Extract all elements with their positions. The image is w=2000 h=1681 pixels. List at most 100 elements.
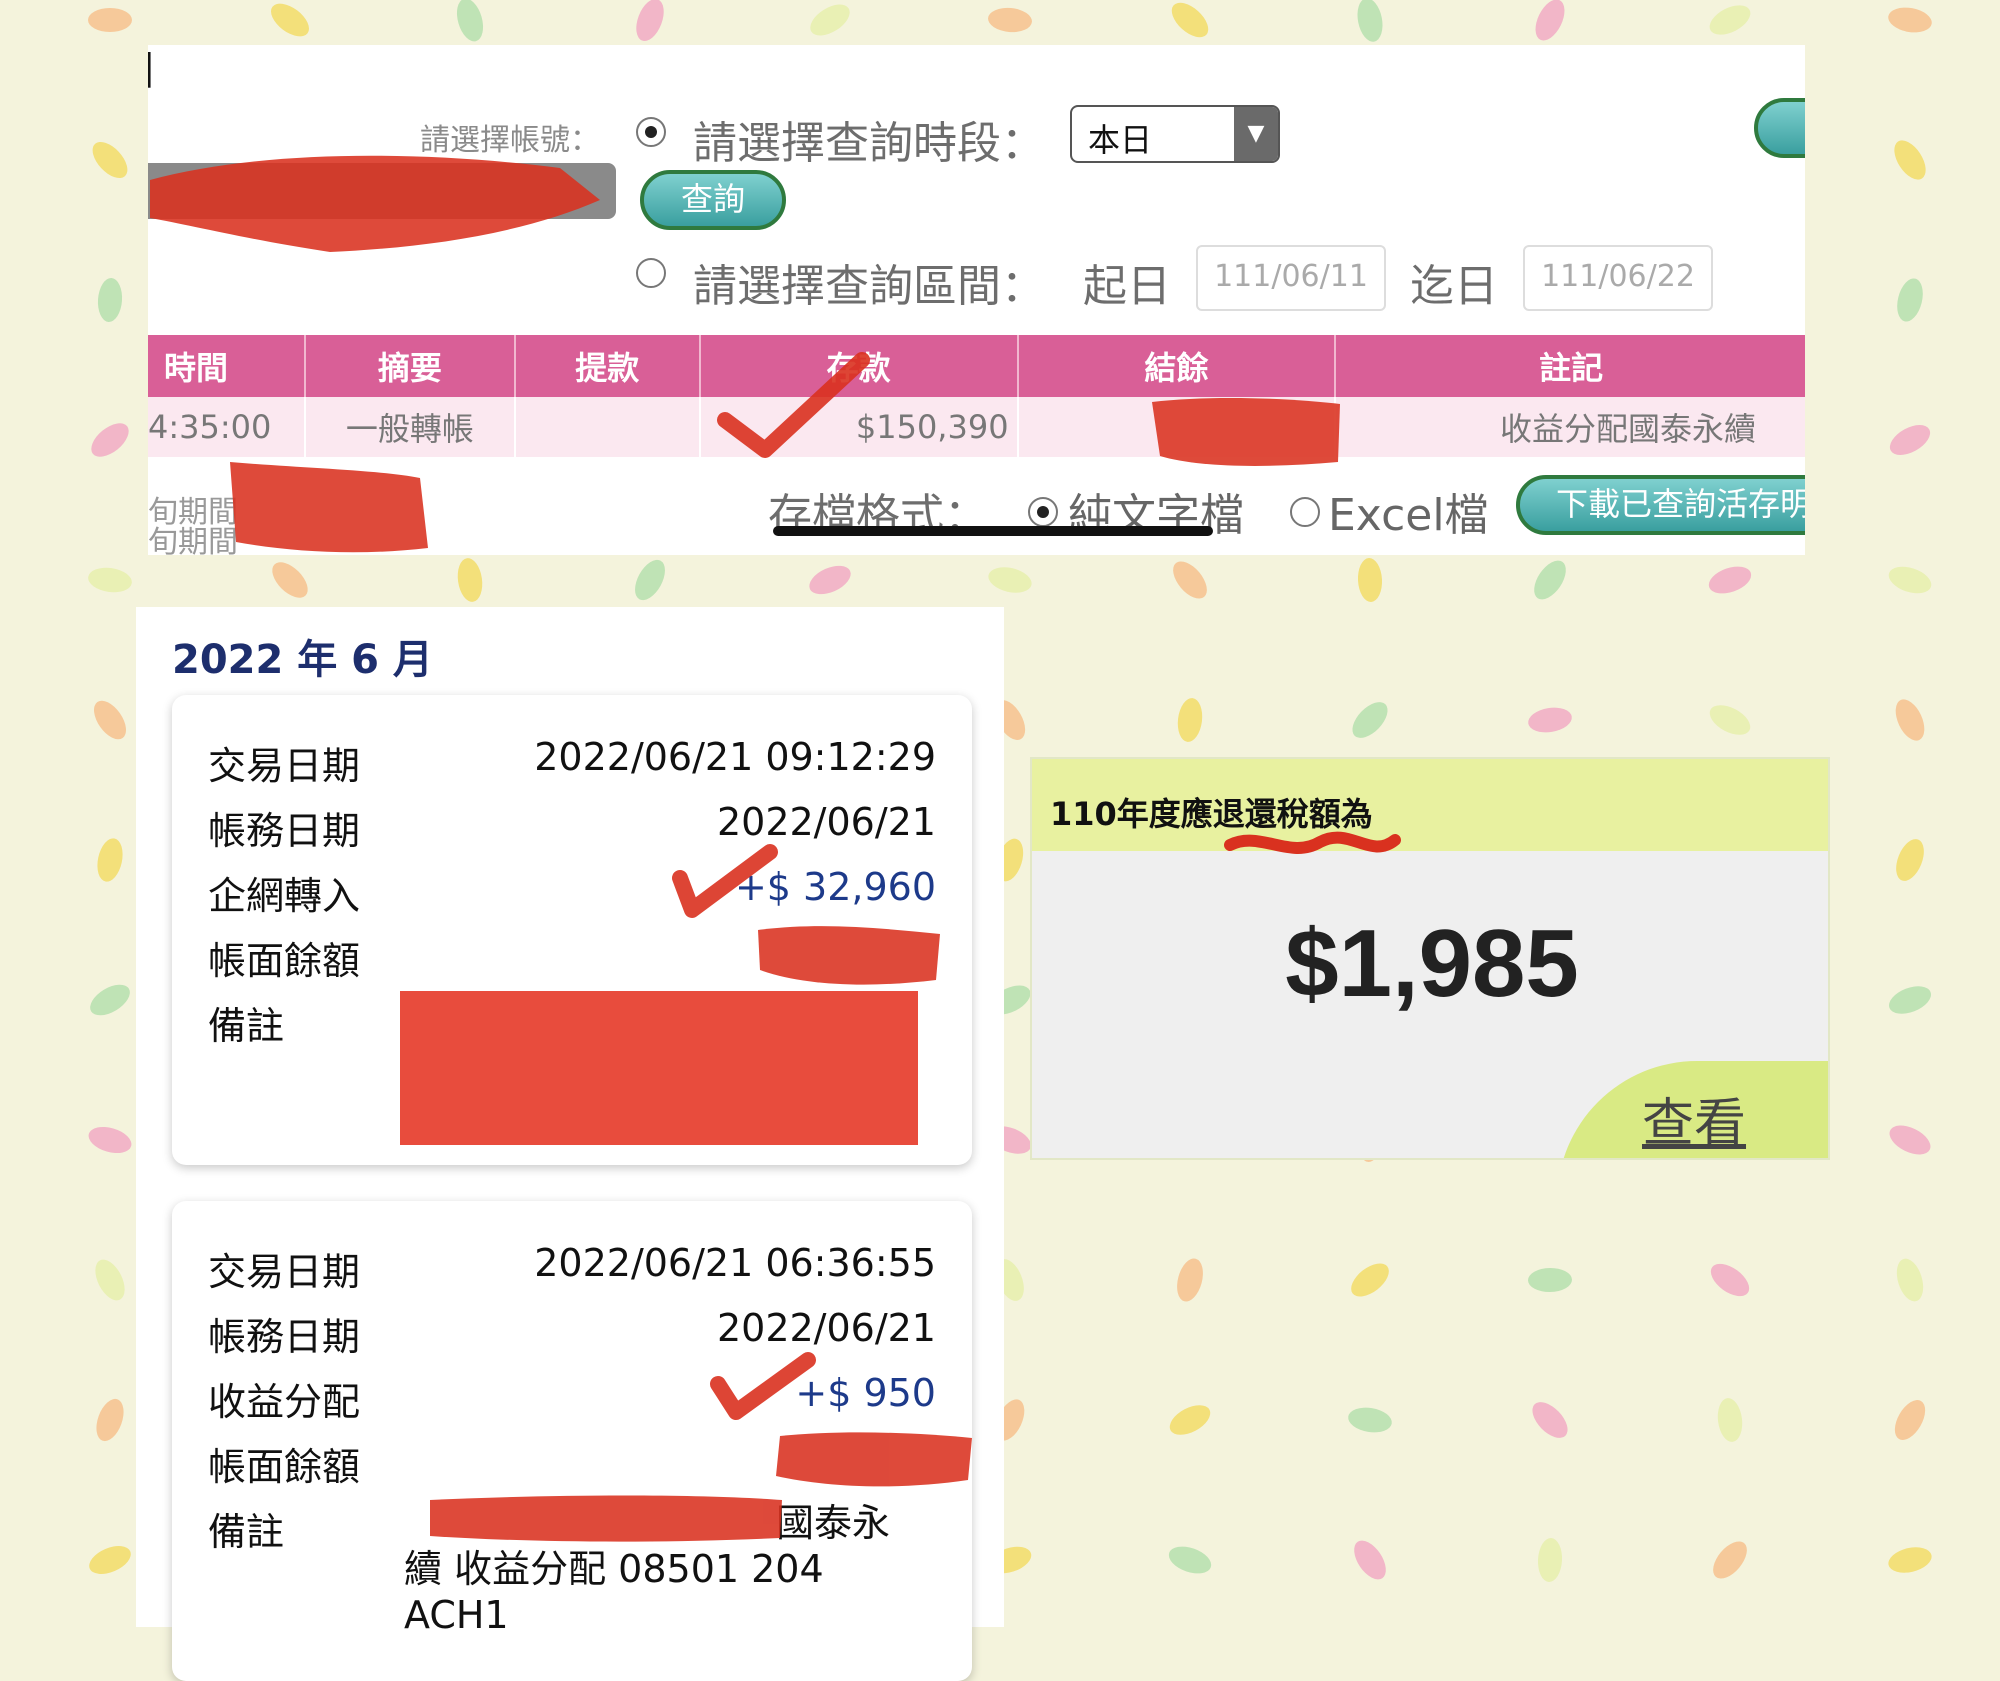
leaf-shape bbox=[1889, 425, 1931, 455]
download-button[interactable]: 下載已查詢活存明 bbox=[1516, 475, 1805, 535]
detail-row: 帳面餘額 bbox=[208, 1436, 936, 1496]
detail-label: 帳務日期 bbox=[208, 809, 361, 853]
detail-row: 收益分配 +$ 950 bbox=[208, 1371, 936, 1431]
detail-label: 備註 bbox=[208, 1510, 285, 1554]
save-format-label: 存檔格式： bbox=[768, 490, 988, 541]
detail-value: 2022/06/21 bbox=[716, 800, 936, 844]
detail-label: 交易日期 bbox=[208, 1250, 361, 1294]
detail-label: 帳務日期 bbox=[208, 1315, 361, 1359]
detail-row: 交易日期 2022/06/21 09:12:29 bbox=[208, 735, 936, 795]
start-date-input[interactable]: 111/06/11 bbox=[1196, 245, 1386, 311]
excel-format-radio[interactable] bbox=[1290, 497, 1320, 527]
period-select-value: 本日 bbox=[1088, 121, 1153, 159]
end-date-input[interactable]: 111/06/22 bbox=[1523, 245, 1713, 311]
leaf-shape bbox=[88, 567, 132, 593]
note-text: 國泰永 bbox=[776, 1501, 891, 1545]
detail-label: 備註 bbox=[208, 1004, 285, 1048]
cell-deposit: $150,390 bbox=[699, 397, 1019, 457]
leaf-shape bbox=[94, 700, 126, 740]
detail-label: 帳面餘額 bbox=[208, 1445, 361, 1489]
table-header-row: 時間 摘要 提款 存款 結餘 註記 bbox=[148, 335, 1805, 397]
redaction-block bbox=[400, 991, 918, 1145]
leaf-shape bbox=[1888, 1547, 1932, 1573]
account-query-panel: | 請選擇帳號： 請選擇查詢時段： 本日 ▼ 查詢 請選擇查詢區間： 起日 11… bbox=[148, 45, 1805, 555]
detail-row: 交易日期 2022/06/21 06:36:55 bbox=[208, 1241, 936, 1301]
note-text: 續 收益分配 08501 204 bbox=[404, 1547, 824, 1591]
column-header: 存款 bbox=[699, 335, 1019, 397]
leaf-shape bbox=[1889, 986, 1931, 1014]
leaf-shape bbox=[1896, 1258, 1924, 1302]
column-header: 提款 bbox=[514, 335, 701, 397]
leaf-shape bbox=[1534, 560, 1566, 600]
column-header: 註記 bbox=[1335, 335, 1805, 397]
tax-refund-header: 110年度應退還稅額為 bbox=[1032, 759, 1828, 851]
leaf-shape bbox=[1888, 566, 1932, 594]
statement-panel: 2022 年 6 月 交易日期 2022/06/21 09:12:29 帳務日期… bbox=[136, 607, 1004, 1681]
amount-value: +$ 950 bbox=[795, 1371, 936, 1415]
save-format-row: 旬期間 旬期間 存檔格式： 純文字檔 Excel檔 下載已查詢活存明 bbox=[148, 475, 1805, 555]
detail-label: 企網轉入 bbox=[208, 874, 361, 918]
leaf-shape bbox=[1535, 0, 1565, 41]
leaf-shape bbox=[1717, 1398, 1743, 1442]
account-select[interactable] bbox=[148, 163, 616, 219]
leaf-shape bbox=[810, 4, 850, 36]
leaf-shape bbox=[90, 984, 130, 1016]
leaf-shape bbox=[1171, 2, 1209, 38]
leaf-shape bbox=[456, 0, 484, 42]
leaf-shape bbox=[1352, 702, 1388, 738]
leaf-shape bbox=[1532, 1402, 1568, 1438]
detail-row: 帳務日期 2022/06/21 bbox=[208, 1306, 936, 1366]
leaf-shape bbox=[1709, 5, 1751, 35]
text-format-radio[interactable] bbox=[1028, 497, 1058, 527]
tax-refund-title: 110年度應退還稅額為 bbox=[1050, 795, 1373, 833]
detail-value: 2022/06/21 09:12:29 bbox=[534, 735, 936, 779]
detail-label: 交易日期 bbox=[208, 744, 361, 788]
leaf-shape bbox=[1528, 707, 1572, 733]
leaf-shape bbox=[1710, 1263, 1750, 1297]
leaf-shape bbox=[97, 838, 123, 882]
leaf-shape bbox=[92, 141, 128, 179]
tax-refund-card: 110年度應退還稅額為 $1,985 查看 bbox=[1030, 757, 1830, 1160]
excel-format-label: Excel檔 bbox=[1328, 490, 1489, 541]
leaf-shape bbox=[1713, 1541, 1747, 1579]
cell-note: 收益分配國泰永續 bbox=[1335, 397, 1805, 457]
leaf-shape bbox=[1357, 558, 1383, 602]
detail-row: 企網轉入 +$ 32,960 bbox=[208, 865, 936, 925]
query-button[interactable]: 查詢 bbox=[640, 170, 786, 230]
month-title: 2022 年 6 月 bbox=[172, 637, 433, 683]
leaf-shape bbox=[96, 1398, 124, 1442]
leaf-shape bbox=[88, 1126, 132, 1154]
text-format-label: 純文字檔 bbox=[1068, 490, 1244, 541]
end-date-label: 迄日 bbox=[1410, 261, 1498, 312]
column-header: 結餘 bbox=[1017, 335, 1337, 397]
leaf-shape bbox=[1709, 705, 1751, 735]
leaf-shape bbox=[809, 565, 851, 595]
cell-balance bbox=[1017, 397, 1337, 457]
leaf-shape bbox=[1894, 1400, 1926, 1440]
transaction-table: 時間 摘要 提款 存款 結餘 註記 4:35:00 一般轉帳 $150,390 … bbox=[148, 335, 1805, 457]
range-label: 請選擇查詢區間： bbox=[693, 261, 1045, 312]
leaf-shape bbox=[988, 7, 1032, 33]
clipped-edge-text: | bbox=[148, 47, 156, 88]
period-select[interactable]: 本日 ▼ bbox=[1070, 105, 1280, 163]
view-button-label[interactable]: 查看 bbox=[1642, 1081, 1746, 1156]
leaf-shape bbox=[97, 278, 123, 322]
period-total-label: 旬期間 bbox=[148, 525, 238, 555]
leaf-shape bbox=[272, 562, 308, 598]
transaction-card[interactable]: 交易日期 2022/06/21 06:36:55 帳務日期 2022/06/21… bbox=[172, 1201, 972, 1681]
leaf-shape bbox=[1537, 1538, 1563, 1582]
detail-value: 2022/06/21 06:36:55 bbox=[534, 1241, 936, 1285]
detail-row: 帳面餘額 bbox=[208, 930, 936, 990]
leaf-shape bbox=[636, 0, 664, 41]
detail-label: 帳面餘額 bbox=[208, 939, 361, 983]
leaf-shape bbox=[1889, 1125, 1931, 1155]
leaf-shape bbox=[1357, 0, 1383, 42]
leaf-shape bbox=[1177, 698, 1203, 742]
period-radio[interactable] bbox=[636, 117, 666, 147]
transaction-card[interactable]: 交易日期 2022/06/21 09:12:29 帳務日期 2022/06/21… bbox=[172, 695, 972, 1165]
table-row: 4:35:00 一般轉帳 $150,390 收益分配國泰永續 bbox=[148, 397, 1805, 457]
leaf-shape bbox=[1351, 1263, 1389, 1297]
leaf-shape bbox=[1348, 1407, 1392, 1433]
range-radio[interactable] bbox=[636, 258, 666, 288]
right-edge-button[interactable] bbox=[1754, 98, 1805, 158]
